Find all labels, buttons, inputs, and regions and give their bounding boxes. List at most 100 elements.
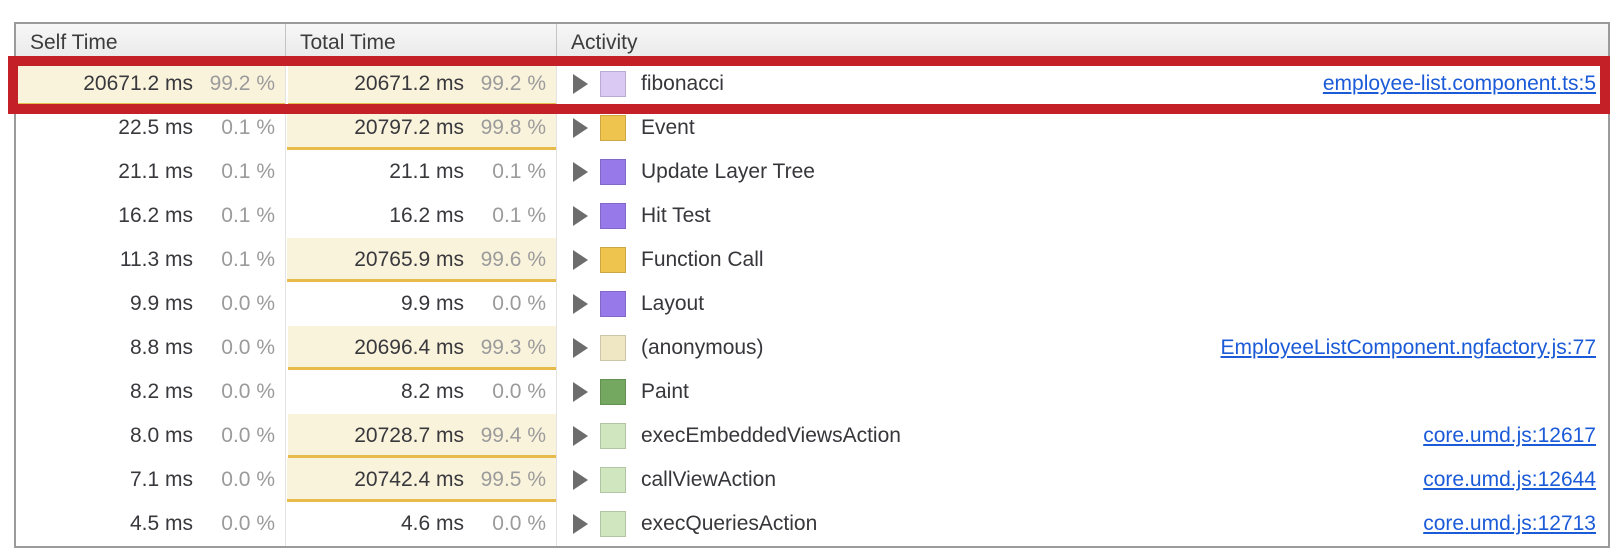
activity-cell: Layout xyxy=(557,282,1608,326)
category-color-swatch xyxy=(600,511,626,537)
time-value: 16.2 ms xyxy=(389,204,464,228)
time-value: 22.5 ms xyxy=(118,116,193,140)
expand-arrow-icon[interactable] xyxy=(573,470,588,490)
self-time-cell: 9.9 ms0.0 % xyxy=(16,282,286,326)
time-percent: 0.1 % xyxy=(193,204,275,228)
time-percent: 0.1 % xyxy=(464,204,546,228)
self-time-cell: 16.2 ms0.1 % xyxy=(16,194,286,238)
self-time-cell: 8.0 ms0.0 % xyxy=(16,414,286,458)
time-percent: 0.0 % xyxy=(193,468,275,492)
activity-label: Function Call xyxy=(641,248,764,272)
category-color-swatch xyxy=(600,291,626,317)
time-value: 20797.2 ms xyxy=(354,116,464,140)
time-percent: 0.1 % xyxy=(193,248,275,272)
source-location-link[interactable]: core.umd.js:12644 xyxy=(1403,468,1596,492)
total-time-cell: 16.2 ms0.1 % xyxy=(286,194,557,238)
total-time-cell: 20728.7 ms99.4 % xyxy=(286,414,557,458)
time-value: 9.9 ms xyxy=(401,292,464,316)
source-location-link[interactable]: EmployeeListComponent.ngfactory.js:77 xyxy=(1201,336,1596,360)
time-percent: 0.0 % xyxy=(464,380,546,404)
activity-label: execEmbeddedViewsAction xyxy=(641,424,901,448)
category-color-swatch xyxy=(600,423,626,449)
time-percent: 99.3 % xyxy=(464,336,546,360)
activity-label: Paint xyxy=(641,380,689,404)
table-row[interactable]: 11.3 ms0.1 %20765.9 ms99.6 %Function Cal… xyxy=(16,238,1608,282)
time-value: 21.1 ms xyxy=(389,160,464,184)
category-color-swatch xyxy=(600,115,626,141)
activity-cell: Hit Test xyxy=(557,194,1608,238)
time-percent: 0.0 % xyxy=(193,380,275,404)
activity-cell: Event xyxy=(557,106,1608,150)
time-percent: 0.0 % xyxy=(464,292,546,316)
total-time-cell: 20742.4 ms99.5 % xyxy=(286,458,557,502)
time-percent: 0.1 % xyxy=(464,160,546,184)
category-color-swatch xyxy=(600,203,626,229)
time-value: 8.2 ms xyxy=(130,380,193,404)
expand-arrow-icon[interactable] xyxy=(573,162,588,182)
activity-cell: Update Layer Tree xyxy=(557,150,1608,194)
table-row[interactable]: 4.5 ms0.0 %4.6 ms0.0 %execQueriesActionc… xyxy=(16,502,1608,546)
table-row[interactable]: 21.1 ms0.1 %21.1 ms0.1 %Update Layer Tre… xyxy=(16,150,1608,194)
source-location-link[interactable]: employee-list.component.ts:5 xyxy=(1303,72,1596,96)
source-location-link[interactable]: core.umd.js:12713 xyxy=(1403,512,1596,536)
expand-arrow-icon[interactable] xyxy=(573,74,588,94)
total-time-cell: 4.6 ms0.0 % xyxy=(286,502,557,546)
column-header-activity[interactable]: Activity xyxy=(557,24,1608,61)
total-time-cell: 9.9 ms0.0 % xyxy=(286,282,557,326)
time-percent: 99.2 % xyxy=(464,72,546,96)
expand-arrow-icon[interactable] xyxy=(573,382,588,402)
table-row[interactable]: 20671.2 ms99.2 %20671.2 ms99.2 %fibonacc… xyxy=(16,62,1608,106)
activity-label: fibonacci xyxy=(641,72,724,96)
time-value: 4.5 ms xyxy=(130,512,193,536)
self-time-cell: 21.1 ms0.1 % xyxy=(16,150,286,194)
self-time-cell: 8.2 ms0.0 % xyxy=(16,370,286,414)
expand-arrow-icon[interactable] xyxy=(573,514,588,534)
time-value: 20671.2 ms xyxy=(83,72,193,96)
time-percent: 99.6 % xyxy=(464,248,546,272)
activity-cell: (anonymous)EmployeeListComponent.ngfacto… xyxy=(557,326,1608,370)
column-header-self-time[interactable]: Self Time xyxy=(16,24,286,61)
table-row[interactable]: 8.2 ms0.0 %8.2 ms0.0 %Paint xyxy=(16,370,1608,414)
time-value: 11.3 ms xyxy=(120,248,193,272)
time-value: 20728.7 ms xyxy=(354,424,464,448)
profiler-table: Self Time Total Time Activity 20671.2 ms… xyxy=(14,22,1610,548)
expand-arrow-icon[interactable] xyxy=(573,426,588,446)
table-row[interactable]: 16.2 ms0.1 %16.2 ms0.1 %Hit Test xyxy=(16,194,1608,238)
column-header-total-time[interactable]: Total Time xyxy=(286,24,557,61)
table-row[interactable]: 8.8 ms0.0 %20696.4 ms99.3 %(anonymous)Em… xyxy=(16,326,1608,370)
self-time-cell: 22.5 ms0.1 % xyxy=(16,106,286,150)
total-time-cell: 20696.4 ms99.3 % xyxy=(286,326,557,370)
time-value: 7.1 ms xyxy=(130,468,193,492)
activity-label: execQueriesAction xyxy=(641,512,817,536)
activity-cell: Paint xyxy=(557,370,1608,414)
expand-arrow-icon[interactable] xyxy=(573,206,588,226)
table-row[interactable]: 7.1 ms0.0 %20742.4 ms99.5 %callViewActio… xyxy=(16,458,1608,502)
total-time-cell: 20671.2 ms99.2 % xyxy=(286,62,557,106)
time-value: 16.2 ms xyxy=(118,204,193,228)
activity-cell: callViewAction core.umd.js:12644 xyxy=(557,458,1608,502)
category-color-swatch xyxy=(600,159,626,185)
category-color-swatch xyxy=(600,335,626,361)
category-color-swatch xyxy=(600,379,626,405)
table-row[interactable]: 9.9 ms0.0 %9.9 ms0.0 %Layout xyxy=(16,282,1608,326)
devtools-bottom-up-panel: Self Time Total Time Activity 20671.2 ms… xyxy=(0,0,1624,560)
time-percent: 0.0 % xyxy=(193,336,275,360)
table-row[interactable]: 8.0 ms0.0 %20728.7 ms99.4 % execEmbeddedV… xyxy=(16,414,1608,458)
time-percent: 99.2 % xyxy=(193,72,275,96)
category-color-swatch xyxy=(600,247,626,273)
table-row[interactable]: 22.5 ms0.1 %20797.2 ms99.8 %Event xyxy=(16,106,1608,150)
activity-label: callViewAction xyxy=(641,468,776,492)
expand-arrow-icon[interactable] xyxy=(573,294,588,314)
expand-arrow-icon[interactable] xyxy=(573,118,588,138)
time-value: 4.6 ms xyxy=(401,512,464,536)
time-percent: 99.8 % xyxy=(464,116,546,140)
time-value: 21.1 ms xyxy=(118,160,193,184)
activity-cell: execQueriesAction core.umd.js:12713 xyxy=(557,502,1608,546)
time-percent: 0.0 % xyxy=(193,292,275,316)
total-time-cell: 20797.2 ms99.8 % xyxy=(286,106,557,150)
source-location-link[interactable]: core.umd.js:12617 xyxy=(1403,424,1596,448)
activity-cell: fibonacci employee-list.component.ts:5 xyxy=(557,62,1608,106)
total-time-cell: 21.1 ms0.1 % xyxy=(286,150,557,194)
expand-arrow-icon[interactable] xyxy=(573,250,588,270)
expand-arrow-icon[interactable] xyxy=(573,338,588,358)
